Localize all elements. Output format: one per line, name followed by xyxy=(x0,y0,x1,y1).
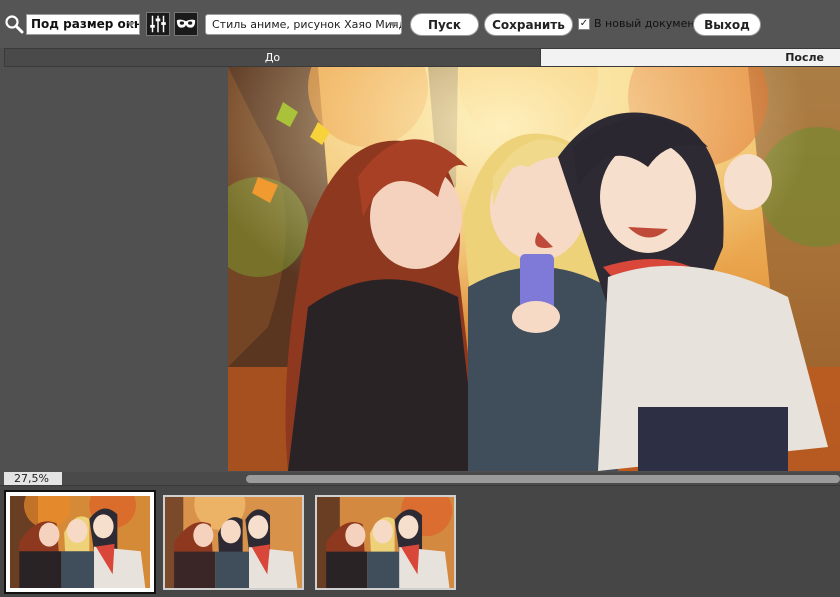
anime-photo-image xyxy=(228,67,840,471)
thumbnail-strip xyxy=(0,485,840,597)
zoom-level-readout: 27,5% xyxy=(4,472,62,485)
result-image[interactable] xyxy=(228,67,840,471)
compare-bar: До После xyxy=(4,48,840,67)
magnifier-icon[interactable] xyxy=(4,14,24,34)
mask-button[interactable] xyxy=(174,12,198,36)
toolbar: Под размер окна Стиль аниме, рисунок Хая… xyxy=(0,0,840,48)
zoom-mode-select[interactable]: Под размер окна xyxy=(26,14,140,35)
scrollbar-thumb[interactable] xyxy=(246,475,840,483)
mask-icon xyxy=(176,19,196,28)
sliders-icon xyxy=(150,15,166,33)
thumbnail-image xyxy=(165,497,302,588)
thumbnail-image xyxy=(10,496,150,588)
thumbnail-3[interactable] xyxy=(315,495,456,590)
horizontal-scrollbar[interactable] xyxy=(62,472,840,485)
style-select[interactable]: Стиль аниме, рисунок Хаяо Миядз xyxy=(205,14,402,35)
tab-after[interactable]: После xyxy=(541,49,840,66)
chevron-down-icon xyxy=(127,22,135,27)
exit-button[interactable]: Выход xyxy=(693,13,761,36)
new-document-checkbox[interactable]: ✓ xyxy=(578,18,590,30)
settings-button[interactable] xyxy=(146,12,170,36)
new-document-label: В новый документ xyxy=(594,17,701,30)
thumbnail-1[interactable] xyxy=(4,490,156,594)
zoom-mode-value: Под размер окна xyxy=(31,17,140,31)
image-viewer[interactable]: 27,5% xyxy=(4,67,840,485)
thumbnail-image xyxy=(317,497,454,588)
save-button[interactable]: Сохранить xyxy=(484,13,573,36)
run-button[interactable]: Пуск xyxy=(410,13,479,36)
chevron-down-icon xyxy=(389,22,397,27)
tab-before[interactable]: До xyxy=(5,49,540,66)
style-select-value: Стиль аниме, рисунок Хаяо Миядз xyxy=(212,18,402,31)
thumbnail-2[interactable] xyxy=(163,495,304,590)
